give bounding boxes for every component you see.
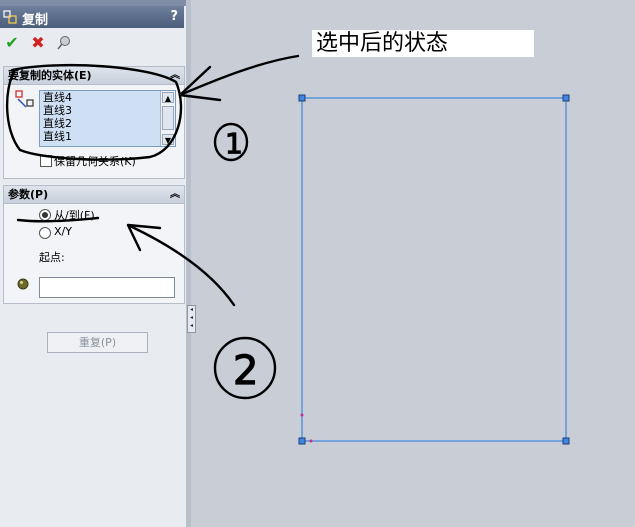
vertex-handle[interactable]	[298, 437, 306, 445]
arrow-to-from-to-shaft	[128, 224, 236, 307]
annotation-mark-2: 2	[233, 348, 258, 394]
circle-around-entities	[5, 63, 183, 161]
handwritten-annotations	[5, 54, 300, 400]
arrow-to-from-to-head	[126, 223, 162, 252]
sketch-rectangle[interactable]	[298, 94, 570, 445]
arrow-to-listbox-shaft	[178, 54, 300, 97]
vertex-handle[interactable]	[562, 437, 570, 445]
underline-from-to	[16, 216, 100, 223]
vertex-handle[interactable]	[562, 94, 570, 102]
sketch-point[interactable]	[300, 413, 304, 417]
vertex-handle[interactable]	[298, 94, 306, 102]
arrow-to-listbox-head	[178, 65, 222, 102]
annotation-mark-1: 1	[225, 127, 243, 160]
sketch-point[interactable]	[309, 439, 313, 443]
viewport-overlay: 1 2	[5, 54, 570, 445]
